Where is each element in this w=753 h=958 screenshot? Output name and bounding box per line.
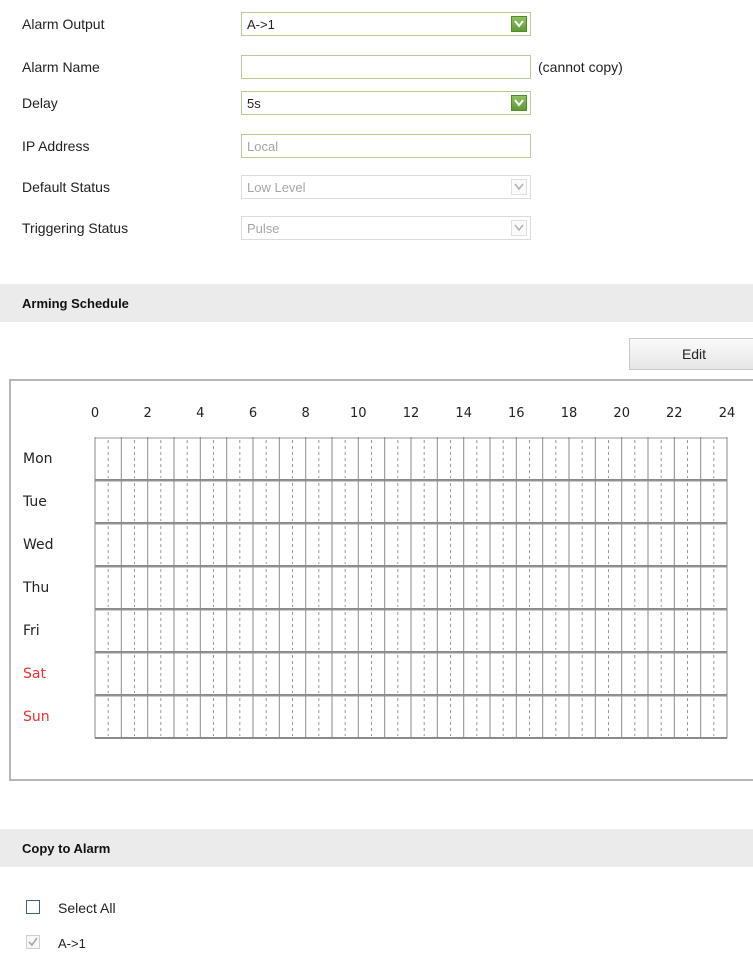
day-label: Wed [23,537,54,553]
select-all-checkbox[interactable] [26,900,40,914]
day-label: Sun [23,709,50,725]
hour-label: 16 [508,406,525,421]
copy-item-checkbox [26,935,40,949]
hour-label: 0 [91,406,99,421]
copy-to-alarm-header: Copy to Alarm [0,829,753,867]
hour-label: 18 [561,406,578,421]
hour-label: 2 [144,406,152,421]
copy-to-alarm-title: Copy to Alarm [22,841,111,856]
day-label: Tue [22,494,47,510]
hour-label: 20 [613,406,630,421]
day-label: Sat [23,666,46,682]
day-label: Fri [23,623,40,639]
hour-label: 12 [403,406,420,421]
day-label: Thu [22,580,49,596]
copy-item-a1: A->1 [26,934,226,954]
copy-item-label: A->1 [58,936,86,951]
hour-label: 24 [719,406,736,421]
check-icon [28,937,38,947]
hour-label: 14 [455,406,472,421]
hour-label: 10 [350,406,367,421]
hour-label: 8 [302,406,310,421]
schedule-grid[interactable]: 0 2 4 6 8 10 12 14 16 18 20 22 24MonTueWedThuFriSatS… [0,0,753,958]
hour-label: 4 [196,406,204,421]
hour-label: 6 [249,406,257,421]
hour-label: 22 [666,406,683,421]
select-all-option[interactable]: Select All [26,899,226,919]
select-all-label: Select All [58,900,116,916]
day-label: Mon [23,451,53,467]
